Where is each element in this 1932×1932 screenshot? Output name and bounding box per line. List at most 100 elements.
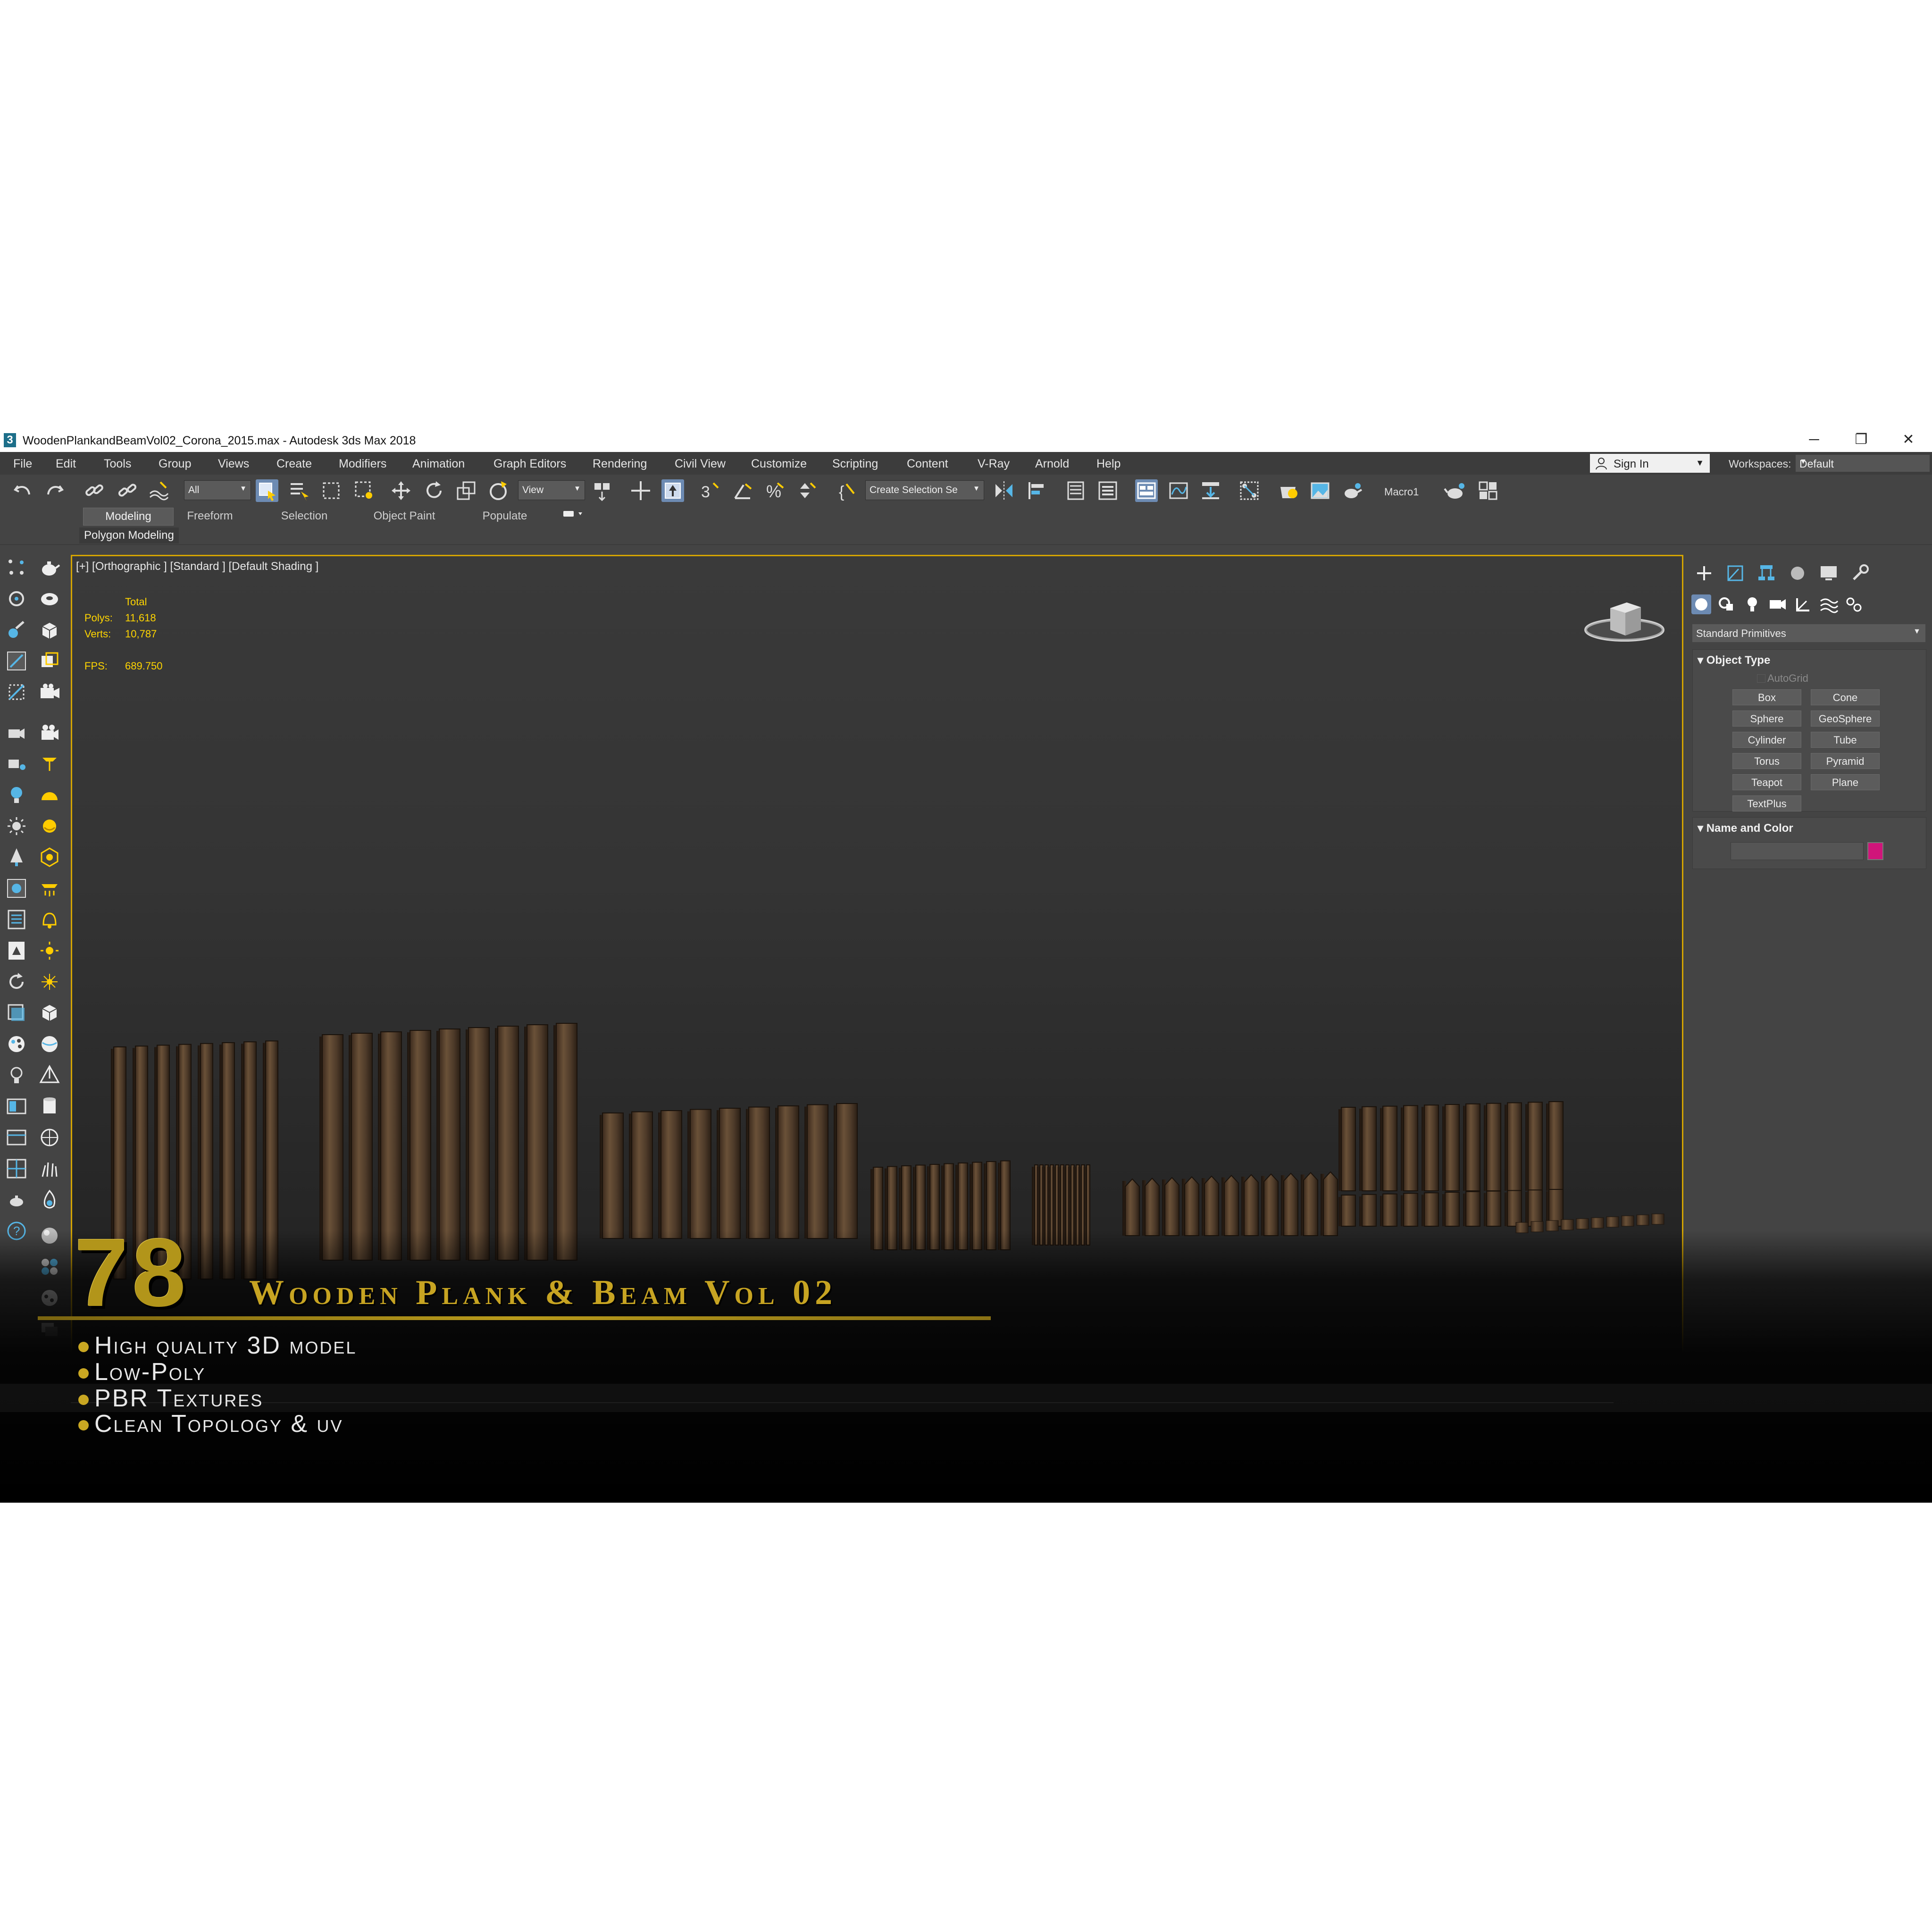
menu-views[interactable]: Views	[218, 457, 249, 471]
scale-button[interactable]	[455, 479, 477, 502]
restore-button[interactable]: ❐	[1840, 430, 1882, 449]
macro-label[interactable]: Macro1	[1384, 486, 1419, 498]
close-button[interactable]: ✕	[1887, 430, 1930, 449]
viewport-layout-tool[interactable]	[6, 1096, 27, 1117]
pointed-plank-set[interactable]	[1122, 1171, 1338, 1236]
menu-create[interactable]: Create	[276, 457, 312, 471]
autogrid-checkbox[interactable]	[1757, 674, 1765, 683]
create-torus-tool[interactable]	[39, 588, 60, 610]
plank-set-2[interactable]	[319, 1023, 577, 1261]
list-tool[interactable]	[6, 909, 27, 930]
render-tool[interactable]	[6, 940, 27, 962]
sphere-button[interactable]: Sphere	[1732, 711, 1801, 727]
snaps-toggle-button[interactable]: 3	[699, 479, 722, 502]
name-and-color-header[interactable]: ▾ Name and Color	[1698, 821, 1793, 835]
teapot-view-tool[interactable]	[6, 1189, 27, 1211]
geosphere-button[interactable]: GeoSphere	[1811, 711, 1880, 727]
film-camera-tool[interactable]	[39, 722, 60, 744]
keyboard-shortcut-override-button[interactable]	[661, 479, 684, 502]
undo-button[interactable]	[11, 479, 34, 502]
menu-customize[interactable]: Customize	[751, 457, 807, 471]
curve-editor-button[interactable]	[1167, 479, 1190, 502]
percent-snap-button[interactable]: %	[763, 479, 786, 502]
menu-arnold[interactable]: Arnold	[1035, 457, 1069, 471]
select-by-name-button[interactable]	[288, 479, 310, 502]
object-category-select[interactable]: Standard Primitives ▼	[1692, 624, 1925, 642]
redo-button[interactable]	[43, 479, 66, 502]
minimize-button[interactable]: ─	[1793, 430, 1835, 449]
lights-category-button[interactable]	[1741, 594, 1763, 615]
cameras-category-button[interactable]	[1767, 594, 1789, 615]
polygon-modeling-panel[interactable]: Polygon Modeling	[79, 527, 179, 544]
render-setup-button[interactable]	[1277, 479, 1299, 502]
rectangular-region-button[interactable]	[320, 479, 343, 502]
menu-civil-view[interactable]: Civil View	[675, 457, 726, 471]
pyramid-button[interactable]: Pyramid	[1811, 753, 1880, 769]
create-selection-set-select[interactable]: Create Selection Se ▼	[865, 480, 984, 500]
window-crossing-button[interactable]	[353, 479, 376, 502]
menu-content[interactable]: Content	[907, 457, 948, 471]
edit-poly-tool[interactable]	[6, 650, 27, 672]
plane-button[interactable]: Plane	[1811, 774, 1880, 790]
shapes-category-button[interactable]	[1716, 594, 1738, 615]
geometry-category-button[interactable]	[1690, 594, 1712, 615]
systems-tool[interactable]	[6, 878, 27, 899]
unlink-button[interactable]	[116, 479, 139, 502]
select-edge-tool[interactable]	[6, 681, 27, 703]
sun-light-tool[interactable]	[6, 815, 27, 837]
reference-coordinate-select[interactable]: View ▼	[518, 480, 585, 500]
object-name-field[interactable]	[1731, 842, 1864, 860]
edit-named-selection-button[interactable]: {	[836, 479, 859, 502]
material-editor-button[interactable]	[1238, 479, 1261, 502]
geometry-box-tool[interactable]	[39, 1002, 60, 1024]
teapot-button[interactable]: Teapot	[1732, 774, 1801, 790]
toggle-layer-explorer-button[interactable]	[1096, 479, 1119, 502]
pivot-center-button[interactable]	[591, 479, 613, 502]
paint-select-tool[interactable]	[6, 619, 27, 641]
bell-light-tool[interactable]	[39, 909, 60, 930]
systems-category-button[interactable]	[1843, 594, 1865, 615]
material-tool[interactable]	[6, 1033, 27, 1055]
camera-tool[interactable]	[39, 681, 60, 703]
rotate-view-tool[interactable]	[6, 971, 27, 993]
orbit-tool[interactable]	[6, 588, 27, 610]
fire-effect-tool[interactable]	[39, 1189, 60, 1211]
viewport-label[interactable]: [+] [Orthographic ] [Standard ] [Default…	[76, 560, 318, 573]
menu-group[interactable]: Group	[159, 457, 191, 471]
select-vertex-tool[interactable]	[6, 557, 27, 578]
create-light-tool[interactable]	[6, 784, 27, 806]
select-link-button[interactable]	[83, 479, 106, 502]
pyramid-tool[interactable]	[39, 1064, 60, 1086]
omni-light-tool[interactable]	[39, 815, 60, 837]
display-tool[interactable]	[6, 1002, 27, 1024]
skylight-tool[interactable]	[39, 784, 60, 806]
workspace-select[interactable]: Default ▼	[1796, 455, 1930, 472]
daylight-tool[interactable]	[39, 971, 60, 993]
tab-populate[interactable]: Populate	[472, 508, 538, 525]
tab-object-paint[interactable]: Object Paint	[364, 508, 444, 525]
sphere-tool[interactable]	[39, 1033, 60, 1055]
spinner-snap-button[interactable]	[795, 479, 818, 502]
frame-tool[interactable]	[6, 1127, 27, 1148]
tab-freeform[interactable]: Freeform	[175, 508, 245, 525]
tab-selection[interactable]: Selection	[269, 508, 340, 525]
selection-filter-select[interactable]: All ▼	[184, 480, 251, 500]
menu-animation[interactable]: Animation	[412, 457, 465, 471]
box-button[interactable]: Box	[1732, 689, 1801, 705]
menu-file[interactable]: File	[13, 457, 32, 471]
plank-set-3[interactable]	[600, 1103, 858, 1239]
menu-modifiers[interactable]: Modifiers	[339, 457, 386, 471]
menu-rendering[interactable]: Rendering	[593, 457, 647, 471]
modify-tab[interactable]	[1724, 562, 1746, 584]
object-type-header[interactable]: ▾ Object Type	[1698, 653, 1770, 667]
helper-tool[interactable]	[6, 846, 27, 868]
mr-area-light-tool[interactable]	[39, 878, 60, 899]
photometric-light-tool[interactable]	[39, 846, 60, 868]
vray-frame-buffer-button[interactable]	[1477, 479, 1499, 502]
bind-spacewarp-button[interactable]	[147, 479, 170, 502]
light-lister-tool[interactable]	[6, 1064, 27, 1086]
create-box-tool[interactable]	[39, 619, 60, 641]
utilities-tab[interactable]	[1849, 562, 1871, 584]
torus-button[interactable]: Torus	[1732, 753, 1801, 769]
sign-in-dropdown[interactable]: Sign In ▼	[1590, 454, 1710, 473]
